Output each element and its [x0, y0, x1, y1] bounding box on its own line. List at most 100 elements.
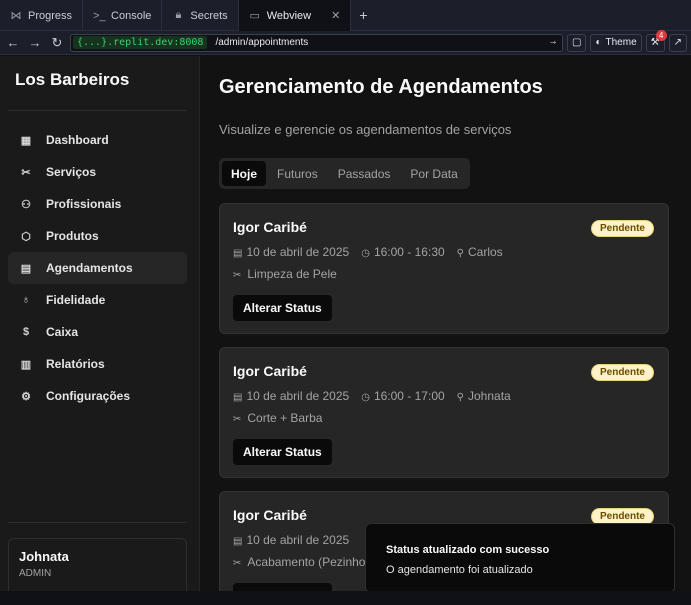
- sidebar-item-label: Dashboard: [46, 133, 109, 147]
- user-card: Johnata ADMIN: [8, 538, 187, 599]
- user-icon: ⚲: [456, 392, 464, 403]
- tab-passados[interactable]: Passados: [329, 161, 400, 186]
- status-badge: Pendente: [590, 364, 654, 381]
- filter-tabs: Hoje Futuros Passados Por Data: [219, 158, 470, 189]
- toast-description: O agendamento foi atualizado: [386, 564, 533, 576]
- service-label: Corte + Barba: [247, 411, 323, 425]
- sidebar: Los Barbeiros ▦ Dashboard ✂ Serviços ⚇ P…: [0, 56, 200, 599]
- sidebar-item-relatorios[interactable]: ▥ Relatórios: [8, 348, 187, 380]
- user-role: ADMIN: [19, 568, 52, 579]
- tab-futuros[interactable]: Futuros: [268, 161, 327, 186]
- open-external-button[interactable]: ↗: [668, 33, 687, 52]
- toast-title: Status atualizado com sucesso: [386, 544, 550, 556]
- devtools-button[interactable]: ▢: [567, 33, 587, 52]
- dollar-icon: $: [22, 326, 30, 338]
- sidebar-item-profissionais[interactable]: ⚇ Profissionais: [8, 188, 187, 220]
- toast-notification: Status atualizado com sucesso O agendame…: [365, 523, 675, 593]
- sidebar-item-servicos[interactable]: ✂ Serviços: [8, 156, 187, 188]
- sidebar-item-fidelidade[interactable]: ♁ Fidelidade: [8, 284, 187, 316]
- client-name: Igor Caribé: [233, 219, 307, 235]
- new-tab-button[interactable]: +: [351, 0, 375, 30]
- tab-console[interactable]: >_ Console: [83, 0, 163, 31]
- tab-webview[interactable]: ▭ Webview ✕: [238, 0, 352, 31]
- sidebar-item-dashboard[interactable]: ▦ Dashboard: [8, 124, 187, 156]
- tab-progress[interactable]: ⋈ Progress: [0, 0, 84, 31]
- tab-label: Console: [111, 9, 152, 22]
- url-path: /admin/appointments: [215, 37, 309, 48]
- sidebar-item-produtos[interactable]: ⬡ Produtos: [8, 220, 187, 252]
- appointment-meta: ▤ 10 de abril de 2025: [233, 533, 349, 547]
- appointment-meta: ▤ 10 de abril de 2025 ◷ 16:00 - 16:30 ⚲ Car…: [233, 245, 503, 259]
- users-icon: ⚇: [21, 198, 31, 211]
- sidebar-item-label: Fidelidade: [46, 293, 106, 307]
- browser-tabbar: ⋈ Progress >_ Console 🔒︎ Secrets ▭ Webvi…: [0, 0, 691, 31]
- gear-icon: ⚙: [21, 390, 31, 403]
- scissors-icon: ✂: [233, 270, 242, 281]
- appointment-meta: ▤ 10 de abril de 2025 ◷ 16:00 - 17:00 ⚲ Joh…: [233, 389, 511, 403]
- tab-label: Webview: [266, 9, 312, 22]
- monitor-icon: ▭: [249, 10, 260, 22]
- close-icon[interactable]: ✕: [331, 9, 340, 22]
- change-status-button[interactable]: Alterar Status: [233, 583, 332, 591]
- client-name: Igor Caribé: [233, 507, 307, 523]
- appointment-time: 16:00 - 16:30: [373, 245, 445, 259]
- change-status-button[interactable]: Alterar Status: [233, 295, 332, 321]
- scissors-icon: ✂: [21, 166, 31, 179]
- user-icon: ⚲: [456, 248, 464, 259]
- calendar-icon: ▤: [233, 392, 243, 403]
- divider: [8, 110, 187, 111]
- go-icon[interactable]: →: [550, 37, 556, 48]
- tab-label: Secrets: [190, 9, 228, 22]
- main-content: Gerenciamento de Agendamentos Visualize …: [200, 56, 691, 591]
- divider: [8, 522, 187, 523]
- page-subtitle: Visualize e gerencie os agendamentos de …: [219, 122, 512, 137]
- tools-button[interactable]: ⚒ 4: [645, 29, 667, 52]
- appointment-card: Igor Caribé Pendente ▤ 10 de abril de 202…: [219, 203, 669, 334]
- tab-hoje[interactable]: Hoje: [222, 161, 267, 186]
- appointment-professional: Johnata: [468, 389, 511, 403]
- sidebar-item-agendamentos[interactable]: ▤ Agendamentos: [8, 252, 187, 284]
- change-status-button[interactable]: Alterar Status: [233, 439, 332, 465]
- url-bar: ← → ↻ {...}.replit.dev:8008 /admin/appoi…: [0, 29, 691, 55]
- package-icon: ⬡: [21, 230, 31, 243]
- status-badge: Pendente: [590, 220, 654, 237]
- url-host: {...}.replit.dev:8008: [73, 36, 208, 49]
- scissors-icon: ✂: [233, 558, 242, 569]
- tab-por-data[interactable]: Por Data: [401, 161, 466, 186]
- lock-icon: 🔒︎: [175, 9, 182, 21]
- tab-secrets[interactable]: 🔒︎ Secrets: [162, 0, 239, 31]
- clock-icon: ◷: [361, 392, 370, 403]
- tab-label: Progress: [28, 9, 73, 22]
- devtools-icon: ▢: [572, 37, 582, 48]
- calendar-icon: ▤: [20, 262, 32, 275]
- progress-icon: ⋈: [10, 10, 22, 22]
- sidebar-item-label: Agendamentos: [46, 261, 133, 275]
- terminal-icon: >_: [93, 9, 106, 22]
- service-label: Acabamento (Pezinho): [247, 555, 370, 569]
- scissors-icon: ✂: [233, 414, 242, 425]
- sidebar-item-caixa[interactable]: $ Caixa: [8, 316, 187, 348]
- sidebar-item-label: Configurações: [46, 389, 131, 403]
- sidebar-item-configuracoes[interactable]: ⚙ Configurações: [8, 380, 187, 412]
- appointment-professional: Carlos: [468, 245, 503, 259]
- address-field[interactable]: {...}.replit.dev:8008 /admin/appointment…: [70, 33, 564, 52]
- reload-icon[interactable]: ↻: [48, 35, 66, 51]
- clock-icon: ◷: [361, 248, 370, 259]
- page-title: Gerenciamento de Agendamentos: [219, 76, 543, 98]
- external-link-icon: ↗: [673, 37, 682, 48]
- app-window: Los Barbeiros ▦ Dashboard ✂ Serviços ⚇ P…: [0, 56, 691, 599]
- service-label: Limpeza de Pele: [247, 267, 337, 281]
- back-icon[interactable]: ←: [4, 35, 22, 50]
- sidebar-item-label: Serviços: [46, 165, 97, 179]
- award-icon: ♁: [21, 294, 31, 306]
- appointment-card: Igor Caribé Pendente ▤ 10 de abril de 202…: [219, 347, 669, 478]
- sidebar-item-label: Caixa: [46, 325, 79, 339]
- forward-icon[interactable]: →: [26, 35, 44, 50]
- appointment-service: ✂ Limpeza de Pele: [233, 267, 337, 281]
- window-bottom-edge: [0, 591, 691, 605]
- bar-chart-icon: ▥: [20, 358, 32, 371]
- client-name: Igor Caribé: [233, 363, 307, 379]
- appointment-time: 16:00 - 17:00: [373, 389, 445, 403]
- appointment-date: 10 de abril de 2025: [246, 533, 350, 547]
- theme-button[interactable]: ◐ Theme: [590, 33, 642, 52]
